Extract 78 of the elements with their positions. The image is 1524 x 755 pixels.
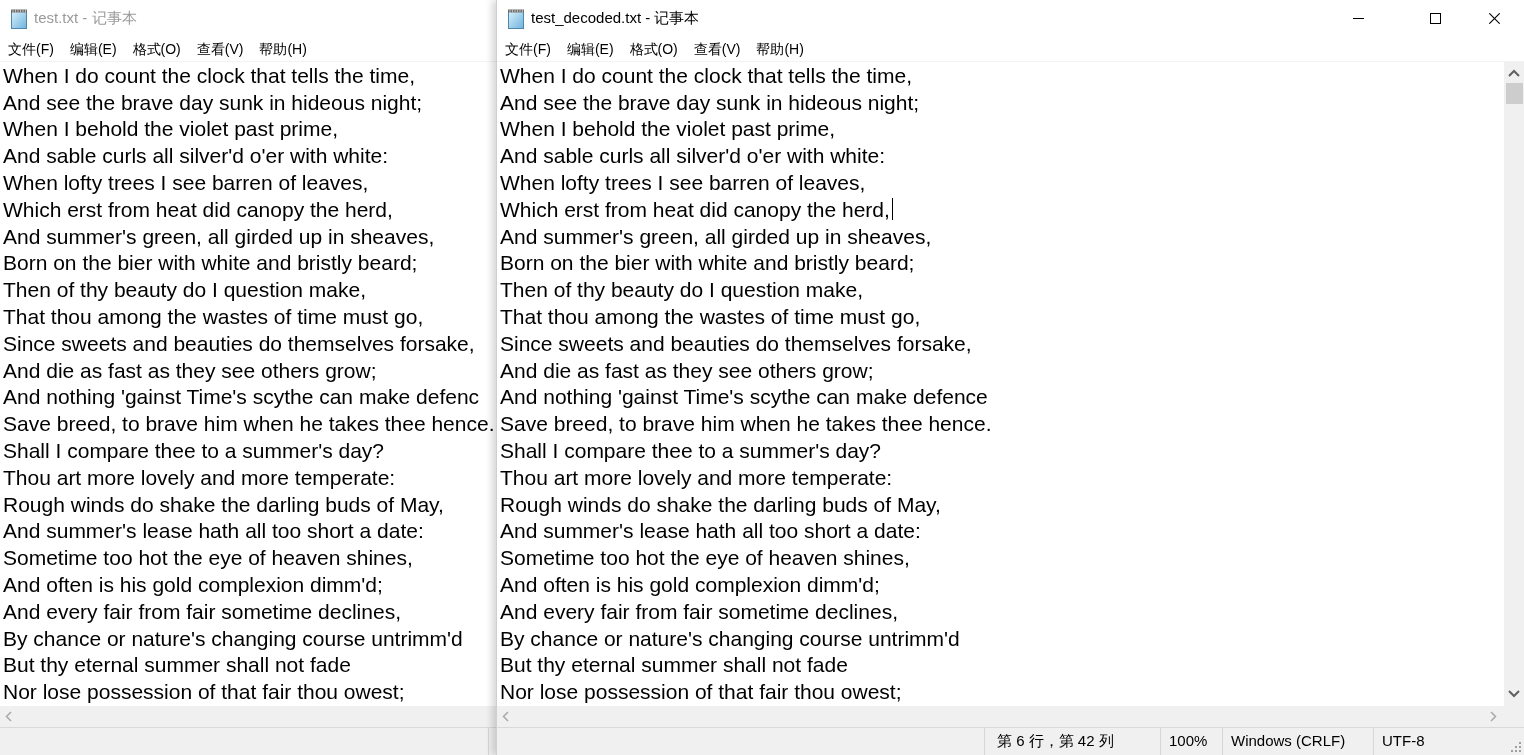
text-line: Sometime too hot the eye of heaven shines, bbox=[500, 548, 910, 568]
menu-item[interactable]: 文件(F) bbox=[1, 39, 61, 59]
notepad-icon bbox=[507, 8, 525, 29]
resize-grip-icon[interactable] bbox=[1511, 742, 1521, 752]
scroll-thumb[interactable] bbox=[1506, 83, 1523, 104]
scroll-up-icon[interactable] bbox=[1508, 69, 1520, 77]
text-line: By chance or nature's changing course untrimm'd bbox=[500, 628, 960, 648]
text-line: Nor lose possession of that fair thou owest; bbox=[500, 682, 902, 702]
text-line: And summer's green, all girded up in sheaves, bbox=[3, 226, 435, 246]
text-line: Which erst from heat did canopy the herd, bbox=[500, 199, 890, 219]
scroll-left-icon[interactable] bbox=[5, 711, 12, 722]
text-line: Rough winds do shake the darling buds of May, bbox=[500, 494, 941, 514]
text-line: And often is his gold complexion dimm'd; bbox=[3, 575, 383, 595]
text-line: Born on the bier with white and bristly beard; bbox=[3, 253, 418, 273]
menu-item[interactable]: 编辑(E) bbox=[559, 39, 621, 59]
text-line: Since sweets and beauties do themselves forsake, bbox=[3, 333, 475, 353]
notepad-icon bbox=[10, 8, 28, 29]
text-line: And nothing 'gainst Time's scythe can make defenc bbox=[3, 387, 480, 407]
text-line: But thy eternal summer shall not fade bbox=[3, 655, 351, 675]
text-line: When lofty trees I see barren of leaves, bbox=[3, 173, 369, 193]
text-line: Born on the bier with white and bristly beard; bbox=[500, 253, 915, 273]
text-line: Then of thy beauty do I question make, bbox=[3, 280, 367, 300]
text-line: Which erst from heat did canopy the herd, bbox=[3, 199, 393, 219]
text-line: And sable curls all silver'd o'er with white: bbox=[500, 146, 885, 166]
text-line: And nothing 'gainst Time's scythe can make defence bbox=[500, 387, 988, 407]
menu-item[interactable]: 帮助(H) bbox=[252, 39, 314, 59]
text-line: Shall I compare thee to a summer's day? bbox=[3, 441, 385, 461]
text-line: Then of thy beauty do I question make, bbox=[500, 280, 864, 300]
window-title: test_decoded.txt - 记事本 bbox=[531, 8, 700, 29]
scroll-down-icon[interactable] bbox=[1508, 690, 1520, 698]
horizontal-scrollbar[interactable] bbox=[0, 706, 496, 727]
text-line: But thy eternal summer shall not fade bbox=[500, 655, 848, 675]
text-line: When I behold the violet past prime, bbox=[500, 119, 835, 139]
vertical-scrollbar[interactable] bbox=[1504, 62, 1524, 706]
text-line: Save breed, to brave him when he takes thee hence. bbox=[3, 414, 495, 434]
status-field: Windows (CRLF) bbox=[1223, 728, 1374, 755]
text-line: By chance or nature's changing course untrimm'd bbox=[3, 628, 463, 648]
menu-item[interactable]: 查看(V) bbox=[686, 39, 748, 59]
text-line: And summer's green, all girded up in sheaves, bbox=[500, 226, 932, 246]
menu-item[interactable]: 帮助(H) bbox=[749, 39, 811, 59]
text-line: When I behold the violet past prime, bbox=[3, 119, 338, 139]
menu-item[interactable]: 编辑(E) bbox=[62, 39, 124, 59]
menu-item[interactable]: 查看(V) bbox=[189, 39, 251, 59]
text-line: Thou art more lovely and more temperate: bbox=[500, 467, 893, 487]
text-line: When I do count the clock that tells the time, bbox=[500, 65, 913, 85]
text-line: Nor lose possession of that fair thou owest; bbox=[3, 682, 405, 702]
horizontal-scrollbar[interactable] bbox=[497, 706, 1524, 727]
text-line: That thou among the wastes of time must go, bbox=[3, 307, 424, 327]
menu-item[interactable]: 格式(O) bbox=[622, 39, 685, 59]
menu-item[interactable]: 格式(O) bbox=[125, 39, 188, 59]
text-line: Save breed, to brave him when he takes thee hence. bbox=[500, 414, 992, 434]
scroll-left-icon[interactable] bbox=[502, 711, 509, 722]
maximize-icon bbox=[1429, 13, 1441, 24]
text-line: Rough winds do shake the darling buds of May, bbox=[3, 494, 444, 514]
text-line: When I do count the clock that tells the time, bbox=[3, 65, 416, 85]
text-line: And die as fast as they see others grow; bbox=[500, 360, 874, 380]
text-line: And often is his gold complexion dimm'd; bbox=[500, 575, 880, 595]
text-line: And every fair from fair sometime declines, bbox=[3, 601, 401, 621]
text-line: And sable curls all silver'd o'er with white: bbox=[3, 146, 388, 166]
menu-item[interactable]: 文件(F) bbox=[498, 39, 558, 59]
text-line: When lofty trees I see barren of leaves, bbox=[500, 173, 866, 193]
text-line: And see the brave day sunk in hideous night; bbox=[500, 92, 920, 112]
text-line: And summer's lease hath all too short a date: bbox=[3, 521, 424, 541]
text-line: Since sweets and beauties do themselves forsake, bbox=[500, 333, 972, 353]
scroll-right-icon[interactable] bbox=[1490, 711, 1497, 722]
text-line: Thou art more lovely and more temperate: bbox=[3, 467, 396, 487]
text-line: Sometime too hot the eye of heaven shines, bbox=[3, 548, 413, 568]
text-line: And die as fast as they see others grow; bbox=[3, 360, 377, 380]
status-field: UTF-8 bbox=[1374, 728, 1508, 755]
status-field: 100% bbox=[1161, 728, 1223, 755]
text-line: And summer's lease hath all too short a date: bbox=[500, 521, 921, 541]
text-line: Shall I compare thee to a summer's day? bbox=[500, 441, 882, 461]
text-line: And see the brave day sunk in hideous night; bbox=[3, 92, 423, 112]
status-field: 第 6 行，第 42 列 bbox=[985, 728, 1161, 755]
text-line: And every fair from fair sometime declines, bbox=[500, 601, 898, 621]
close-icon bbox=[1488, 13, 1500, 24]
text-line: That thou among the wastes of time must go, bbox=[500, 307, 921, 327]
window-title: test.txt - 记事本 bbox=[34, 8, 137, 29]
